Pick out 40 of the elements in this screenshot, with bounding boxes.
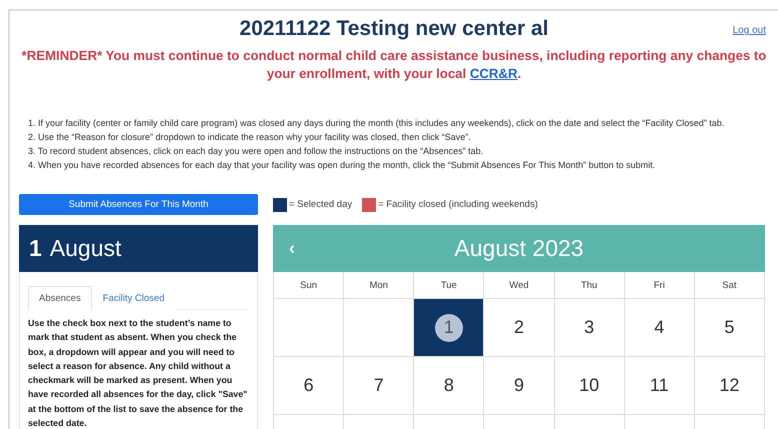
ccrr-link[interactable]: CCR&R [470, 66, 518, 81]
instruction-text: 4. When you have recorded absences for each day that your facility was open during the month, click the “Submit Absences For This Month” button to submit. [28, 159, 656, 171]
day-number: 9 [514, 375, 524, 396]
calendar-day[interactable]: 9 [484, 357, 555, 415]
calendar-day[interactable]: 12 [694, 357, 765, 415]
legend-label: = Selected day [289, 199, 352, 210]
logout-link[interactable]: Log out [732, 25, 766, 36]
day-number: 6 [304, 375, 314, 396]
calendar-day[interactable]: 2 [484, 299, 555, 357]
calendar-day[interactable]: 11 [624, 357, 695, 415]
day-number: 7 [374, 375, 384, 396]
day-number: 1 [434, 314, 463, 342]
calendar-day[interactable]: 5 [694, 299, 765, 357]
instruction-text: 1. If your facility (center or family child care program) was closed any days during the month (this includes any weekends), click on the date and select the “Facility Closed” tab. [28, 117, 726, 129]
day-number: 8 [444, 375, 454, 396]
calendar-day[interactable]: 8 [414, 357, 484, 415]
reminder-text: *REMINDER* You must continue to conduct normal child care assistance business, including reporting any changes to your enrollment, with your local CCR&R. [20, 47, 768, 83]
day-number: 2 [514, 317, 524, 338]
day-number: 10 [579, 375, 600, 396]
calendar-day[interactable]: 6 [274, 357, 344, 415]
absences-help-text: Use the check box next to the student’s name to mark that student as absent. When you check the box, a dropdown will appear and you will need to select a reason for absence. Any child without a checkmark will be marked as present. When you have recorded all absences for the day, click "Save" at the bottom of the list to save the absence for the selected date. [28, 317, 248, 429]
calendar-day[interactable]: 10 [554, 357, 625, 415]
day-number: 12 [719, 375, 740, 396]
calendar-day[interactable]: 3 [554, 299, 625, 357]
day-number: 4 [654, 317, 664, 338]
calendar-day[interactable]: 4 [624, 299, 695, 357]
calendar-day[interactable]: 1 [414, 299, 484, 357]
submit-absences-button[interactable]: Submit Absences For This Month [19, 194, 258, 215]
calendar-day[interactable]: 7 [344, 357, 414, 415]
instruction-text: 3. To record student absences, click on each day you were open and follow the instructions on the “Absences” tab. [28, 145, 484, 157]
legend-label: = Facility closed (including weekends) [378, 199, 538, 210]
calendar-title: August 2023 [454, 235, 584, 262]
day-month: August [50, 235, 122, 262]
panel-tab[interactable]: Absences [28, 286, 92, 310]
day-number: 11 [650, 375, 669, 396]
page-title: 20211122 Testing new center al [240, 17, 548, 41]
day-number: 3 [584, 317, 594, 338]
instruction-text: 2. Use the “Reason for closure” dropdown to indicate the reason why your facility was closed, then click “Save”. [28, 131, 472, 143]
day-number: 1 [29, 235, 42, 262]
day-number: 5 [724, 317, 734, 338]
